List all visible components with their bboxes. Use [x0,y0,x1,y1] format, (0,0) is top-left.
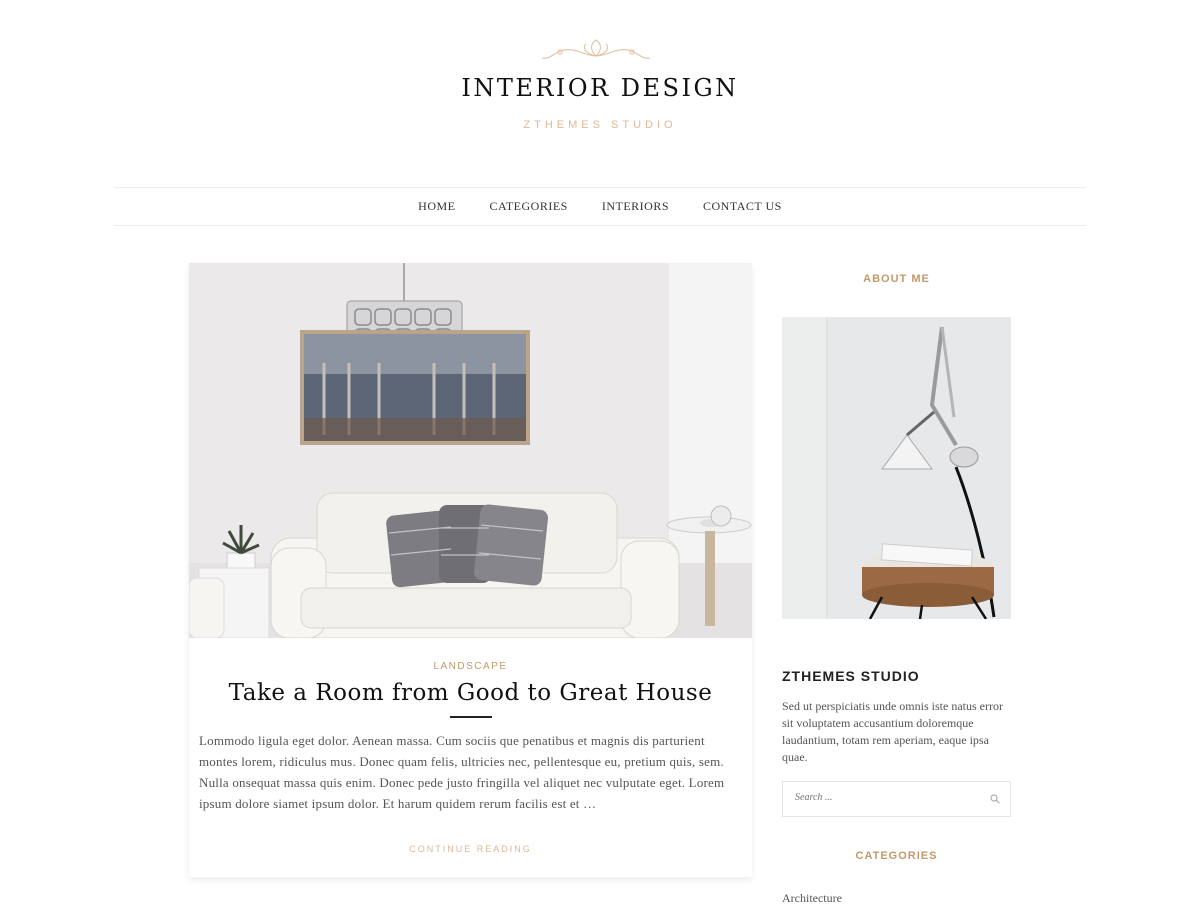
categories-widget-title: CATEGORIES [855,850,938,862]
post-featured-image[interactable] [189,263,752,638]
title-divider [449,716,492,718]
studio-widget-title: ZTHEMES STUDIO [782,668,920,684]
search-input[interactable] [793,791,977,804]
main-nav: HOME CATEGORIES INTERIORS CONTACT US [114,187,1086,226]
site-title[interactable]: INTERIOR DESIGN [0,74,1200,102]
post-category[interactable]: LANDSCAPE [199,661,742,672]
flourish-icon [541,39,651,59]
site-header: INTERIOR DESIGN ZTHEMES STUDIO [0,0,1200,187]
continue-reading-link[interactable]: CONTINUE READING [409,844,532,854]
nav-item-home[interactable]: HOME [418,199,455,214]
about-widget-title: ABOUT ME [863,273,930,285]
post-card: LANDSCAPE Take a Room from Good to Great… [189,263,752,877]
about-image [782,317,1011,619]
nav-item-interiors[interactable]: INTERIORS [602,199,669,214]
studio-widget-text: Sed ut perspiciatis unde omnis iste natu… [782,699,1003,764]
search-icon[interactable] [990,794,1000,804]
nav-item-categories[interactable]: CATEGORIES [490,199,568,214]
category-item[interactable]: Architecture [782,891,842,906]
site-tagline: ZTHEMES STUDIO [523,119,677,131]
post-excerpt: Lommodo ligula eget dolor. Aenean massa.… [199,733,725,811]
post-body: LANDSCAPE Take a Room from Good to Great… [199,649,742,857]
search-widget [782,781,1011,817]
post-title[interactable]: Take a Room from Good to Great House [199,680,742,706]
nav-item-contact[interactable]: CONTACT US [703,199,782,214]
